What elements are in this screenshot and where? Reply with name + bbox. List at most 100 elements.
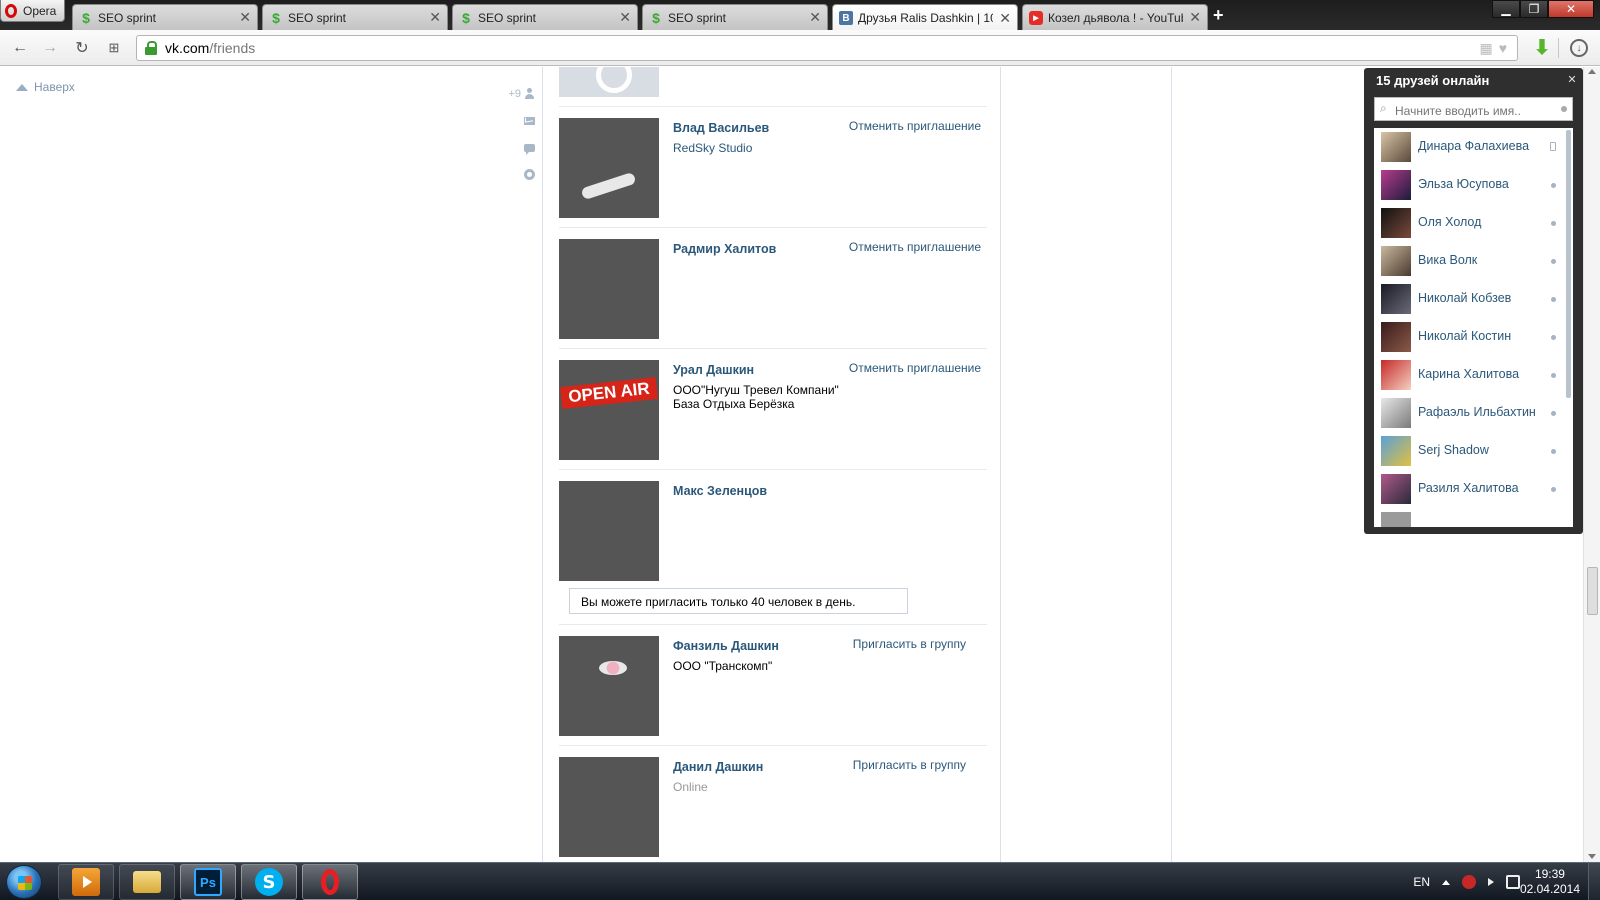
url-host: vk.com — [165, 40, 210, 56]
volume-icon[interactable] — [1488, 878, 1494, 886]
clock-date: 02.04.2014 — [1519, 882, 1580, 896]
invite-to-group-link[interactable]: Пригласить в группу — [853, 758, 966, 772]
download-extension-icon[interactable]: ⬇ — [1530, 35, 1554, 59]
friend-photo[interactable] — [559, 118, 659, 218]
tab-seo-sprint-1[interactable]: $ SEO sprint ✕ — [72, 4, 258, 30]
tab-seo-sprint-3[interactable]: $ SEO sprint ✕ — [452, 4, 638, 30]
tab-youtube[interactable]: ▶ Козел дьявола ! - YouTub ✕ — [1022, 4, 1208, 30]
back-arrow-icon[interactable]: ← — [10, 38, 30, 58]
friend-photo[interactable]: OPEN AIR — [559, 360, 659, 460]
avatar — [1381, 284, 1411, 314]
friend-photo[interactable] — [559, 239, 659, 339]
opera-menu-button[interactable]: Opera — [0, 0, 65, 22]
invite-to-group-link[interactable]: Пригласить в группу — [853, 637, 966, 651]
comments-shortcut[interactable] — [505, 134, 535, 161]
friend-name[interactable]: Данил Дашкин — [673, 760, 763, 774]
start-button[interactable] — [6, 865, 42, 899]
heart-icon[interactable]: ♥ — [1499, 40, 1507, 57]
friend-requests-indicator[interactable]: +9 — [505, 80, 535, 107]
seo-sprint-icon: $ — [82, 9, 90, 26]
taskbar-skype[interactable]: S — [241, 864, 297, 900]
friend-search-input[interactable] — [1374, 97, 1573, 121]
taskbar-opera[interactable] — [302, 864, 358, 900]
online-status-icon — [1551, 259, 1556, 264]
speed-dial-icon[interactable]: ⊞ — [104, 38, 124, 58]
friend-subtitle[interactable]: RedSky Studio — [673, 141, 752, 155]
scrollbar-thumb[interactable] — [1587, 567, 1598, 615]
friend-subtitle: ООО"Нугуш Тревел Компани" — [673, 383, 839, 397]
close-tab-icon[interactable]: ✕ — [429, 9, 441, 26]
taskbar-media-player[interactable] — [58, 864, 114, 900]
online-status-icon — [1551, 449, 1556, 454]
friend-photo[interactable] — [559, 757, 659, 857]
cancel-invite-link[interactable]: Отменить приглашение — [849, 361, 981, 375]
online-friend-item[interactable]: Вика Волк — [1374, 242, 1562, 280]
messages-shortcut[interactable] — [505, 107, 535, 134]
close-tab-icon[interactable]: ✕ — [239, 9, 251, 26]
online-friend-item[interactable]: Оля Холод — [1374, 204, 1562, 242]
online-friend-item[interactable]: Николай Костин — [1374, 318, 1562, 356]
scroll-up-arrow-icon[interactable] — [1588, 69, 1596, 74]
youtube-icon: ▶ — [1029, 10, 1043, 25]
online-status-icon — [1551, 373, 1556, 378]
online-friend-item[interactable] — [1374, 508, 1562, 527]
downloads-icon[interactable]: ↓ — [1570, 39, 1588, 57]
invite-limit-notice: Вы можете пригласить только 40 человек в… — [569, 588, 908, 614]
tab-title: Друзья Ralis Dashkin | 107 — [858, 11, 994, 25]
taskbar-photoshop[interactable]: Ps — [180, 864, 236, 900]
taskbar-file-explorer[interactable] — [119, 864, 175, 900]
settings-shortcut[interactable] — [505, 161, 535, 188]
system-clock[interactable]: 19:39 02.04.2014 — [1520, 867, 1580, 897]
language-indicator[interactable]: EN — [1413, 875, 1430, 889]
stash-icon[interactable]: ▦ — [1479, 40, 1492, 57]
tab-vk-friends[interactable]: B Друзья Ralis Dashkin | 107 ✕ — [832, 4, 1018, 31]
online-friend-item[interactable]: Динара Фалахиева — [1374, 128, 1562, 166]
online-friend-item[interactable]: Рафаэль Ильбахтин — [1374, 394, 1562, 432]
online-friend-item[interactable]: Карина Халитова — [1374, 356, 1562, 394]
friend-name[interactable]: Макс Зеленцов — [673, 484, 767, 498]
online-friend-item[interactable]: Эльза Юсупова — [1374, 166, 1562, 204]
online-friend-item[interactable]: Николай Кобзев — [1374, 280, 1562, 318]
reload-icon[interactable]: ↻ — [72, 38, 92, 58]
friend-name[interactable]: Фанзиль Дашкин — [673, 639, 779, 653]
minimize-button[interactable]: ▁ — [1492, 0, 1520, 18]
toolbar-divider — [1558, 38, 1559, 58]
close-icon[interactable]: ✕ — [1566, 74, 1578, 86]
page-scrollbar[interactable] — [1583, 67, 1600, 862]
online-status-icon — [1551, 335, 1556, 340]
close-tab-icon[interactable]: ✕ — [809, 9, 821, 26]
network-icon[interactable] — [1462, 875, 1476, 889]
status-filter-dot[interactable] — [1561, 106, 1567, 112]
show-hidden-icons-icon[interactable] — [1442, 879, 1450, 885]
friend-name[interactable]: Влад Васильев — [673, 121, 769, 135]
online-friend-item[interactable]: Serj Shadow — [1374, 432, 1562, 470]
back-to-top-link[interactable]: Наверх — [16, 80, 75, 94]
cancel-invite-link[interactable]: Отменить приглашение — [849, 119, 981, 133]
window-close-button[interactable]: ✕ — [1548, 0, 1594, 18]
tab-seo-sprint-2[interactable]: $ SEO sprint ✕ — [262, 4, 448, 30]
close-tab-icon[interactable]: ✕ — [1189, 9, 1201, 26]
address-bar[interactable]: vk.com/friends ▦ ♥ — [136, 35, 1518, 61]
show-desktop-button[interactable] — [1588, 863, 1600, 900]
clock-time: 19:39 — [1534, 867, 1565, 881]
new-tab-button[interactable]: + — [1213, 5, 1224, 26]
opera-logo-icon — [5, 3, 17, 18]
friend-name[interactable]: Радмир Халитов — [673, 242, 776, 256]
friend-photo[interactable] — [559, 636, 659, 736]
action-center-icon[interactable] — [1506, 875, 1520, 889]
online-friend-item[interactable]: Разиля Халитова — [1374, 470, 1562, 508]
list-scrollbar[interactable] — [1566, 130, 1571, 398]
forward-arrow-icon[interactable]: → — [40, 38, 60, 58]
scroll-down-arrow-icon[interactable] — [1588, 854, 1596, 859]
friend-photo[interactable] — [559, 481, 659, 581]
cancel-invite-link[interactable]: Отменить приглашение — [849, 240, 981, 254]
online-friend-name: Оля Холод — [1418, 215, 1482, 229]
tab-title: SEO sprint — [478, 10, 537, 25]
friend-photo-partial[interactable] — [559, 67, 659, 97]
friend-name[interactable]: Урал Дашкин — [673, 363, 754, 377]
close-tab-icon[interactable]: ✕ — [619, 9, 631, 26]
tab-seo-sprint-4[interactable]: $ SEO sprint ✕ — [642, 4, 828, 30]
vk-icon: B — [839, 11, 853, 25]
close-tab-icon[interactable]: ✕ — [999, 10, 1011, 27]
restore-button[interactable]: ❐ — [1520, 0, 1548, 18]
